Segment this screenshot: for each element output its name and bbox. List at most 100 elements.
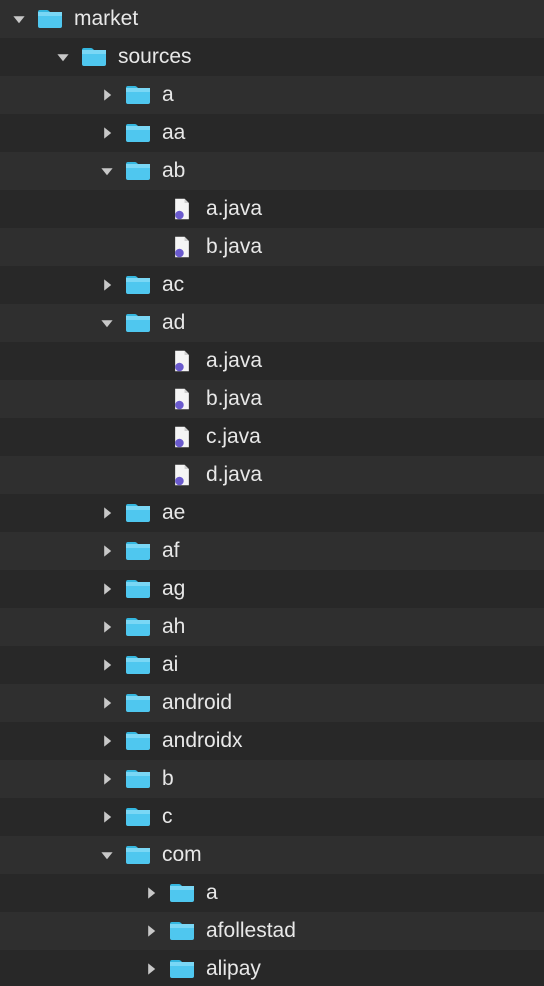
tree-item-label: ac xyxy=(162,273,184,297)
tree-row[interactable]: b xyxy=(0,760,544,798)
java-file-icon xyxy=(168,195,196,223)
tree-row[interactable]: ab xyxy=(0,152,544,190)
java-file-icon xyxy=(168,385,196,413)
folder-icon xyxy=(124,575,152,603)
folder-icon xyxy=(124,537,152,565)
folder-icon xyxy=(80,43,108,71)
arrow-spacer xyxy=(140,198,162,220)
tree-row[interactable]: com xyxy=(0,836,544,874)
chevron-right-icon[interactable] xyxy=(96,502,118,524)
tree-row[interactable]: ad xyxy=(0,304,544,342)
tree-row[interactable]: c xyxy=(0,798,544,836)
chevron-right-icon[interactable] xyxy=(140,920,162,942)
tree-item-label: ad xyxy=(162,311,185,335)
chevron-right-icon[interactable] xyxy=(96,274,118,296)
tree-item-label: ai xyxy=(162,653,178,677)
tree-item-label: afollestad xyxy=(206,919,296,943)
java-file-icon xyxy=(168,423,196,451)
tree-item-label: ag xyxy=(162,577,185,601)
chevron-right-icon[interactable] xyxy=(96,730,118,752)
tree-item-label: market xyxy=(74,7,138,31)
tree-row[interactable]: aa xyxy=(0,114,544,152)
folder-icon xyxy=(124,841,152,869)
chevron-right-icon[interactable] xyxy=(96,692,118,714)
tree-item-label: c xyxy=(162,805,173,829)
folder-icon xyxy=(124,765,152,793)
chevron-right-icon[interactable] xyxy=(96,540,118,562)
chevron-down-icon[interactable] xyxy=(8,8,30,30)
arrow-spacer xyxy=(140,388,162,410)
arrow-spacer xyxy=(140,464,162,486)
tree-item-label: a xyxy=(162,83,174,107)
tree-row[interactable]: ah xyxy=(0,608,544,646)
tree-row[interactable]: androidx xyxy=(0,722,544,760)
folder-icon xyxy=(124,81,152,109)
tree-item-label: ae xyxy=(162,501,185,525)
java-file-icon xyxy=(168,347,196,375)
tree-row[interactable]: ai xyxy=(0,646,544,684)
tree-row[interactable]: sources xyxy=(0,38,544,76)
folder-icon xyxy=(124,651,152,679)
chevron-down-icon[interactable] xyxy=(96,160,118,182)
tree-row[interactable]: market xyxy=(0,0,544,38)
tree-item-label: sources xyxy=(118,45,192,69)
chevron-right-icon[interactable] xyxy=(96,768,118,790)
tree-row[interactable]: ae xyxy=(0,494,544,532)
tree-row[interactable]: android xyxy=(0,684,544,722)
chevron-right-icon[interactable] xyxy=(96,806,118,828)
chevron-right-icon[interactable] xyxy=(96,654,118,676)
tree-item-label: ab xyxy=(162,159,185,183)
folder-icon xyxy=(168,879,196,907)
tree-row[interactable]: a xyxy=(0,874,544,912)
folder-icon xyxy=(124,157,152,185)
tree-item-label: b.java xyxy=(206,387,262,411)
arrow-spacer xyxy=(140,426,162,448)
tree-row[interactable]: ag xyxy=(0,570,544,608)
tree-row[interactable]: b.java xyxy=(0,380,544,418)
tree-item-label: alipay xyxy=(206,957,261,981)
tree-item-label: ah xyxy=(162,615,185,639)
folder-icon xyxy=(124,119,152,147)
folder-icon xyxy=(168,955,196,983)
tree-row[interactable]: alipay xyxy=(0,950,544,986)
java-file-icon xyxy=(168,233,196,261)
tree-row[interactable]: a.java xyxy=(0,190,544,228)
folder-icon xyxy=(124,803,152,831)
chevron-right-icon[interactable] xyxy=(96,616,118,638)
chevron-down-icon[interactable] xyxy=(96,844,118,866)
chevron-down-icon[interactable] xyxy=(96,312,118,334)
tree-row[interactable]: c.java xyxy=(0,418,544,456)
arrow-spacer xyxy=(140,236,162,258)
chevron-right-icon[interactable] xyxy=(140,882,162,904)
folder-icon xyxy=(124,689,152,717)
folder-icon xyxy=(36,5,64,33)
folder-icon xyxy=(124,613,152,641)
folder-icon xyxy=(124,499,152,527)
folder-icon xyxy=(124,309,152,337)
tree-item-label: a.java xyxy=(206,197,262,221)
tree-row[interactable]: b.java xyxy=(0,228,544,266)
tree-row[interactable]: afollestad xyxy=(0,912,544,950)
tree-row[interactable]: a xyxy=(0,76,544,114)
tree-row[interactable]: ac xyxy=(0,266,544,304)
folder-icon xyxy=(168,917,196,945)
tree-row[interactable]: d.java xyxy=(0,456,544,494)
chevron-right-icon[interactable] xyxy=(96,84,118,106)
folder-icon xyxy=(124,727,152,755)
chevron-right-icon[interactable] xyxy=(96,122,118,144)
chevron-right-icon[interactable] xyxy=(140,958,162,980)
tree-item-label: a.java xyxy=(206,349,262,373)
file-tree: 奋飞安全 91fans.com.cn @稀土掘金技术社区 marketsourc… xyxy=(0,0,544,986)
chevron-right-icon[interactable] xyxy=(96,578,118,600)
chevron-down-icon[interactable] xyxy=(52,46,74,68)
tree-item-label: af xyxy=(162,539,180,563)
tree-item-label: com xyxy=(162,843,202,867)
tree-item-label: androidx xyxy=(162,729,243,753)
folder-icon xyxy=(124,271,152,299)
tree-item-label: aa xyxy=(162,121,185,145)
tree-row[interactable]: a.java xyxy=(0,342,544,380)
tree-item-label: c.java xyxy=(206,425,261,449)
tree-item-label: a xyxy=(206,881,218,905)
tree-item-label: d.java xyxy=(206,463,262,487)
tree-row[interactable]: af xyxy=(0,532,544,570)
